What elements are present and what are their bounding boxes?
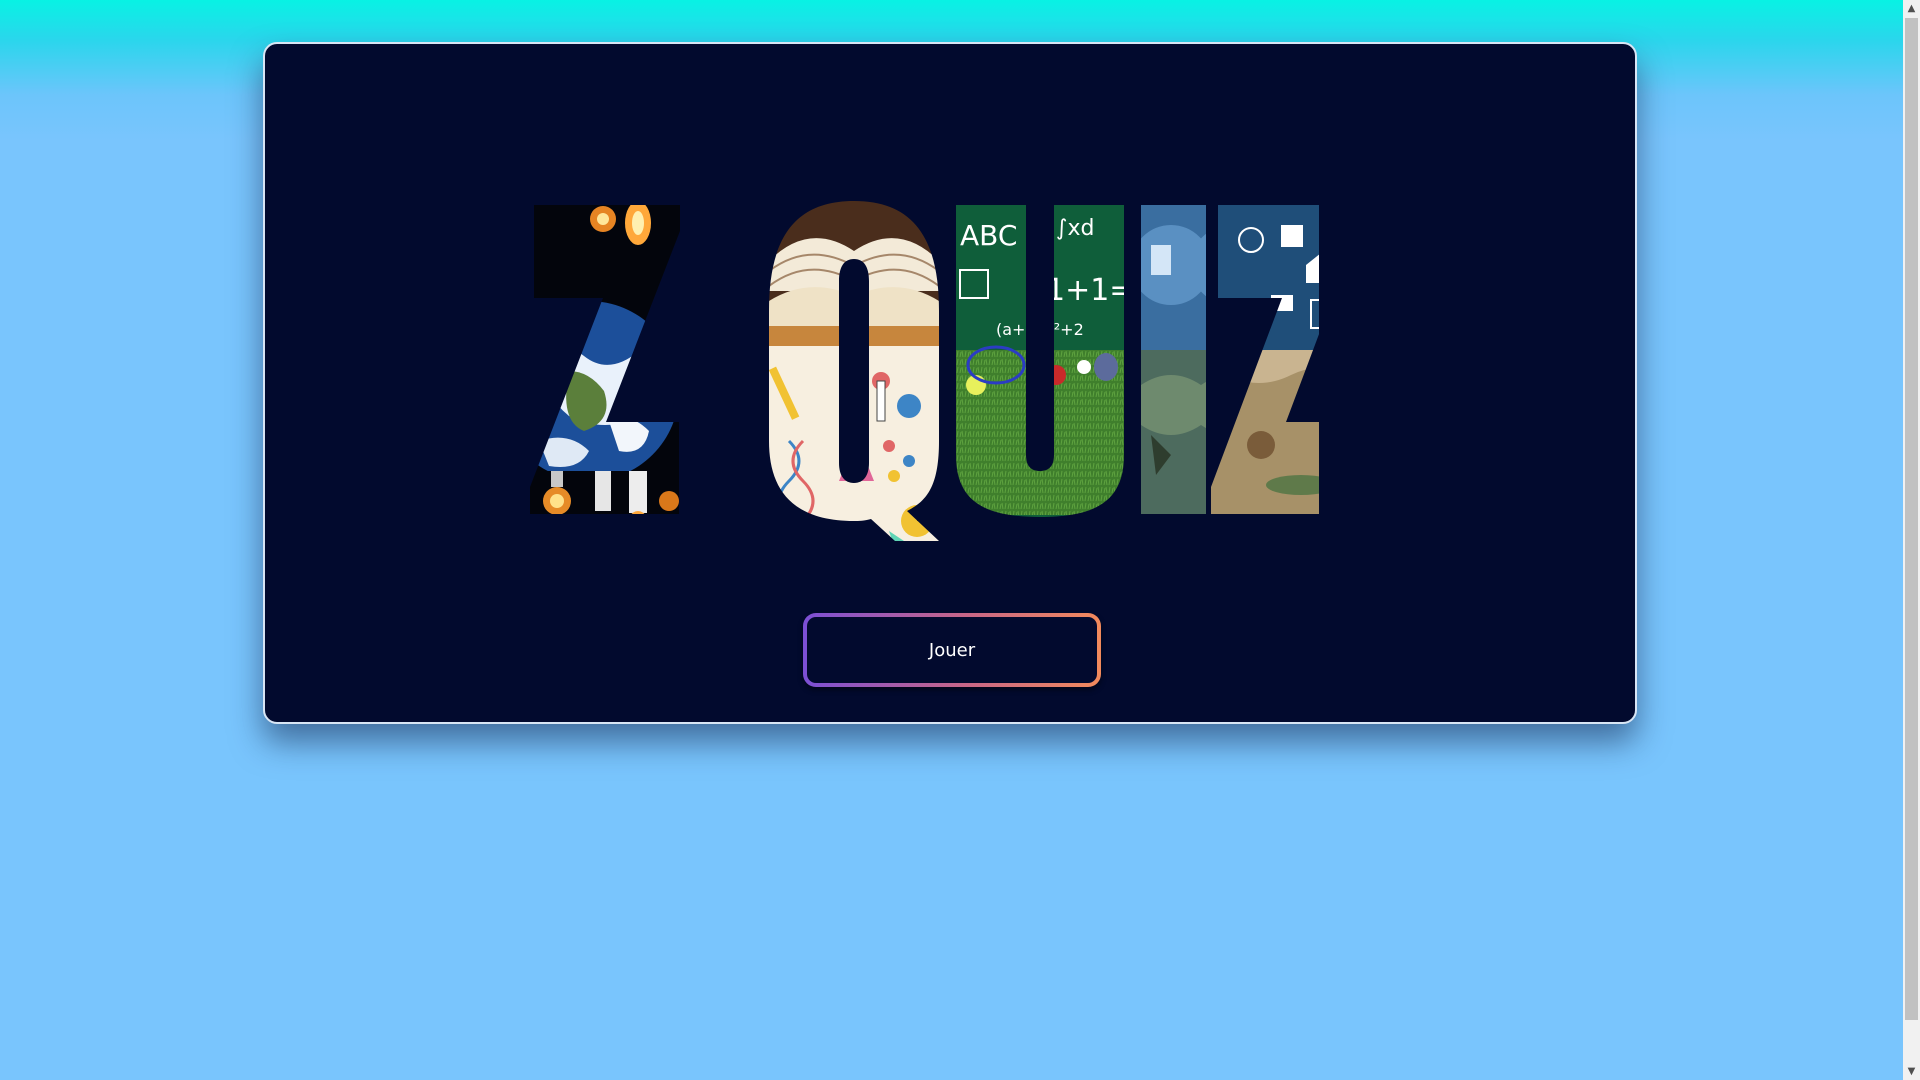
chevron-up-icon[interactable]: ▲ — [1903, 0, 1920, 17]
scrollbar-thumb[interactable] — [1905, 18, 1918, 1020]
play-button[interactable]: Jouer — [803, 613, 1101, 687]
vertical-scrollbar[interactable]: ▲ ▼ — [1903, 0, 1920, 1080]
quiz-card: ABC ∫xd 1+1= (a+ =a²+2 — [263, 42, 1637, 724]
chevron-down-icon[interactable]: ▼ — [1903, 1063, 1920, 1080]
quiz-title-logo: ABC ∫xd 1+1= (a+ =a²+2 — [529, 161, 1319, 541]
play-button-label[interactable]: Jouer — [807, 617, 1097, 683]
